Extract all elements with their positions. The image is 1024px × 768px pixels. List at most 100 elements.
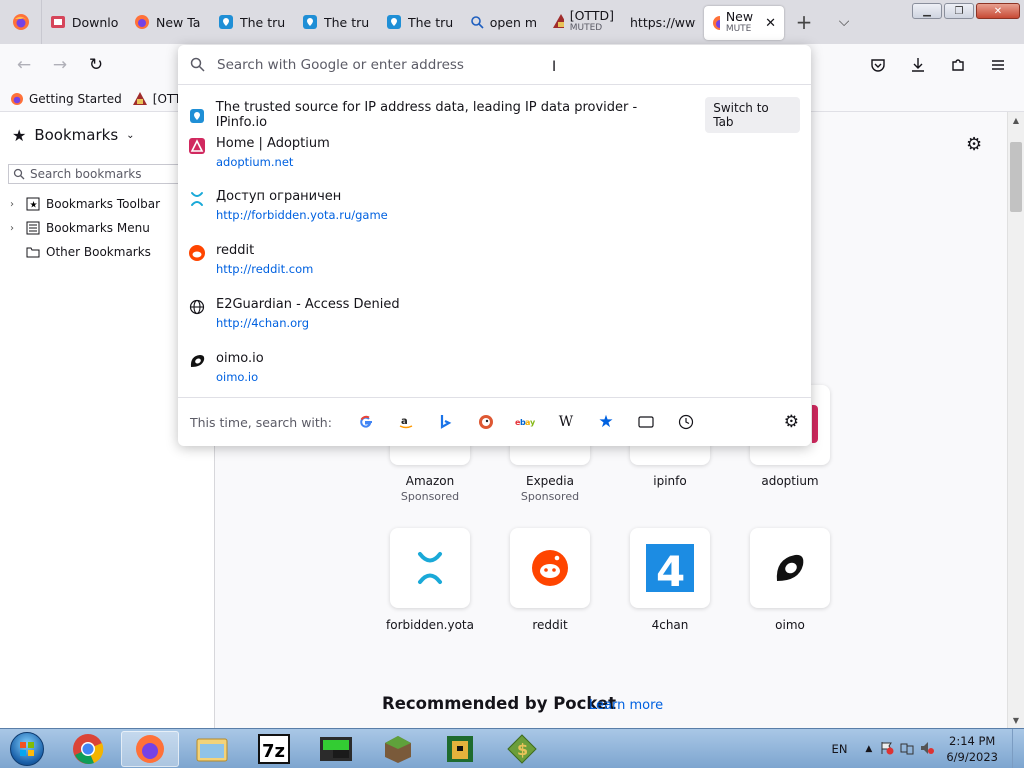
taskbar-7zip[interactable]: 7z	[245, 731, 303, 767]
download-icon	[912, 58, 924, 72]
scrollbar-thumb[interactable]	[1010, 142, 1022, 212]
taskbar-explorer[interactable]	[183, 731, 241, 767]
tab-newtab[interactable]: New Ta	[126, 0, 210, 44]
ottd-icon	[132, 91, 147, 105]
sponsored-label: Sponsored	[520, 490, 580, 503]
start-button[interactable]	[4, 730, 50, 768]
ipinfo-icon	[189, 109, 204, 123]
url-result-row[interactable]: Доступ ограничен http://forbidden.yota.r…	[188, 189, 800, 222]
top-site-tile-4chan[interactable]: 4	[630, 528, 710, 608]
new-tab-button[interactable]: +	[784, 0, 824, 44]
windows-logo-icon	[10, 732, 44, 766]
tabs-icon[interactable]	[626, 416, 666, 428]
taskbar-minecraft[interactable]	[369, 731, 427, 767]
amazon-icon[interactable]: a	[386, 415, 426, 429]
show-desktop-button[interactable]	[1012, 729, 1024, 768]
url-placeholder: Search with Google or enter address	[217, 56, 464, 73]
back-button[interactable]: ←	[6, 49, 42, 81]
top-site-tile-oimo[interactable]	[750, 528, 830, 608]
url-result-row[interactable]: oimo.io oimo.io	[188, 351, 800, 384]
firefox-icon	[136, 735, 164, 763]
tab-download[interactable]: Downlo	[42, 0, 126, 44]
pocket-button[interactable]	[860, 49, 896, 81]
page-scrollbar[interactable]: ▲ ▼	[1007, 112, 1024, 728]
tab-ottd[interactable]: [OTTD] MUTED	[544, 0, 622, 44]
one-off-search-buttons: This time, search with: a ebay W ★ ⚙	[178, 397, 811, 446]
bing-icon[interactable]	[426, 414, 466, 430]
taskbar-money-app[interactable]: $	[493, 731, 551, 767]
bookmark-toolbar-icon: ★	[26, 197, 40, 211]
language-indicator[interactable]: EN	[832, 742, 848, 756]
personalize-gear-icon[interactable]: ⚙	[966, 134, 982, 155]
list-all-tabs-button[interactable]: ⌵	[824, 0, 864, 44]
taskbar-terminal[interactable]	[307, 731, 365, 767]
ebay-icon[interactable]: ebay	[506, 417, 546, 427]
folder-icon	[26, 247, 40, 258]
extensions-button[interactable]	[940, 49, 976, 81]
top-site-tile-reddit[interactable]	[510, 528, 590, 608]
bookmarks-star-icon[interactable]: ★	[586, 412, 626, 432]
search-settings-gear-icon[interactable]: ⚙	[784, 412, 799, 432]
app-menu-button[interactable]	[980, 49, 1016, 81]
system-clock[interactable]: 2:14 PM 6/9/2023	[946, 733, 998, 765]
network-icon[interactable]	[900, 741, 914, 758]
url-result-row[interactable]: E2Guardian - Access Denied http://4chan.…	[188, 297, 800, 330]
tab-ipinfo[interactable]: The tru	[210, 0, 294, 44]
svg-text:y: y	[530, 418, 536, 427]
close-window-button[interactable]: ✕	[976, 3, 1020, 19]
url-input[interactable]: Search with Google or enter address I	[178, 45, 811, 85]
money-icon: $	[507, 734, 537, 764]
tab-search[interactable]: open m	[462, 0, 544, 44]
svg-text:4: 4	[656, 547, 685, 592]
search-placeholder: Search bookmarks	[30, 167, 142, 181]
downloads-button[interactable]	[900, 49, 936, 81]
tree-item-label: Bookmarks Toolbar	[46, 197, 161, 211]
tab-strip: Downlo New Ta The tru The tru The tru op…	[0, 0, 1024, 44]
tab-title: open m	[489, 14, 536, 30]
sidebar-title: Bookmarks	[34, 126, 119, 144]
tab-url[interactable]: https://www	[622, 0, 704, 44]
taskbar-game[interactable]	[431, 731, 489, 767]
reddit-icon	[532, 550, 568, 586]
wikipedia-icon[interactable]: W	[546, 414, 586, 430]
tab-active-newtab[interactable]: New MUTE ✕	[704, 6, 784, 40]
reload-button[interactable]: ↻	[78, 49, 114, 81]
volume-muted-icon[interactable]	[920, 741, 935, 758]
forward-button[interactable]: →	[42, 49, 78, 81]
result-url: http://reddit.com	[216, 262, 314, 276]
history-icon[interactable]	[666, 414, 706, 430]
result-url: adoptium.net	[216, 155, 294, 169]
scroll-down-arrow-icon[interactable]: ▼	[1008, 712, 1024, 728]
window-controls: ▁ ❐ ✕	[912, 3, 1020, 19]
switch-to-tab-button[interactable]: Switch to Tab	[705, 97, 800, 133]
taskbar-chrome[interactable]	[59, 731, 117, 767]
top-site-label: oimo	[775, 618, 805, 632]
bookmark-getting-started[interactable]: Getting Started	[10, 92, 122, 106]
google-icon[interactable]	[346, 415, 386, 429]
url-result-row[interactable]: reddit http://reddit.com	[188, 243, 800, 276]
svg-text:$: $	[517, 740, 528, 759]
result-url: http://forbidden.yota.ru/game	[216, 208, 388, 222]
duckduckgo-icon[interactable]	[466, 414, 506, 430]
text-cursor-icon: I	[552, 59, 557, 75]
top-site-tile-yota[interactable]	[390, 528, 470, 608]
top-site-label: Amazon	[405, 474, 455, 488]
expand-arrow-icon[interactable]: ›	[10, 223, 20, 234]
scroll-up-arrow-icon[interactable]: ▲	[1008, 112, 1024, 128]
search-icon	[471, 16, 484, 29]
url-result-row[interactable]: The trusted source for IP address data, …	[188, 97, 800, 133]
tab-ipinfo-2[interactable]: The tru	[294, 0, 378, 44]
expand-arrow-icon[interactable]: ›	[10, 199, 20, 210]
tab-ipinfo-3[interactable]: The tru	[378, 0, 462, 44]
restore-button[interactable]: ❐	[944, 3, 974, 19]
taskbar-firefox[interactable]	[121, 731, 179, 767]
pocket-learn-more-link[interactable]: Learn more	[589, 698, 663, 713]
url-result-row[interactable]: Home | Adoptium adoptium.net	[188, 136, 800, 169]
firefox-view-button[interactable]	[0, 0, 42, 44]
top-site-label: reddit	[532, 618, 568, 632]
show-hidden-icons-icon[interactable]: ▲	[865, 744, 872, 754]
result-url: http://4chan.org	[216, 316, 310, 330]
close-tab-icon[interactable]: ✕	[765, 16, 776, 31]
action-center-flag-icon[interactable]	[880, 741, 894, 758]
minimize-button[interactable]: ▁	[912, 3, 942, 19]
